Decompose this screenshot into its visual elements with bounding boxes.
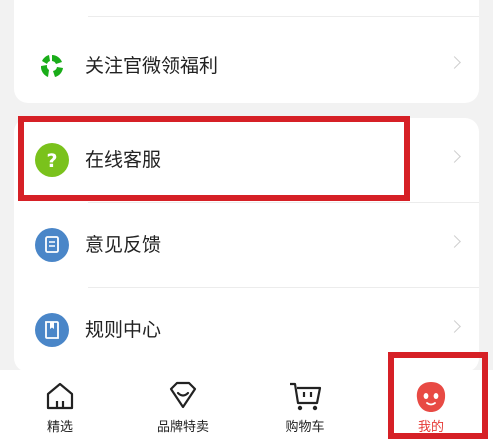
- tab-label: 精选: [46, 420, 73, 435]
- highlight-box-online-service: [18, 116, 410, 201]
- tab-brand-sale[interactable]: 品牌特卖: [128, 370, 238, 439]
- divider: [88, 16, 479, 17]
- chevron-right-icon: [448, 235, 461, 248]
- tab-cart[interactable]: 购物车: [250, 370, 360, 439]
- chevron-right-icon: [448, 320, 461, 333]
- chevron-right-icon: [448, 56, 461, 69]
- menu-item-feedback[interactable]: 意见反馈: [14, 203, 479, 287]
- tab-label: 购物车: [285, 420, 325, 435]
- feedback-icon: [35, 228, 69, 262]
- highlight-box-mine-tab: [388, 352, 488, 439]
- home-icon: [43, 379, 77, 417]
- menu-item-label: 关注官微领福利: [85, 55, 219, 77]
- menu-item-follow-wechat[interactable]: 关注官微领福利: [14, 24, 479, 108]
- tab-featured[interactable]: 精选: [5, 370, 115, 439]
- tab-label: 品牌特卖: [156, 420, 209, 435]
- brand-heart-icon: [165, 379, 201, 417]
- wechat-logo-icon: [35, 49, 69, 83]
- cart-icon: [286, 379, 324, 417]
- menu-item-label: 意见反馈: [85, 234, 162, 256]
- book-icon: [35, 313, 69, 347]
- menu-item-label: 规则中心: [85, 319, 162, 341]
- menu-card-top: 关注官微领福利: [14, 0, 479, 103]
- chevron-right-icon: [448, 150, 461, 163]
